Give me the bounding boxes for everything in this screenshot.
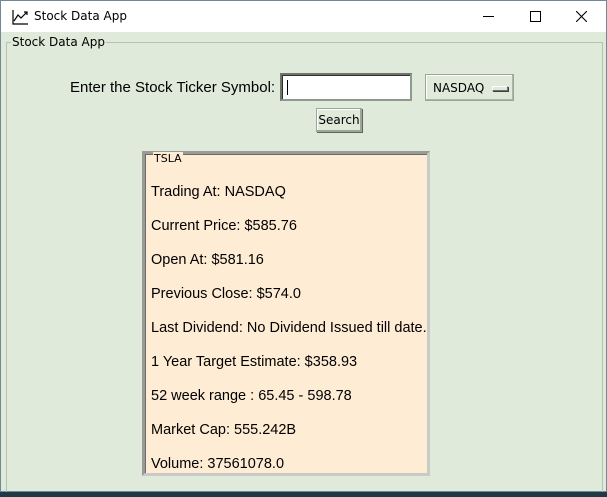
volume-label: Volume: 37561078.0 xyxy=(151,456,285,472)
ticker-input[interactable] xyxy=(280,73,412,101)
exchange-selected-value: NASDAQ xyxy=(433,81,485,95)
search-button[interactable]: Search xyxy=(316,108,362,132)
maximize-icon xyxy=(529,11,541,22)
close-icon xyxy=(575,11,587,22)
window-title: Stock Data App xyxy=(34,9,127,23)
market-cap-label: Market Cap: 555.242B xyxy=(151,422,297,438)
minimize-button[interactable] xyxy=(465,1,511,32)
previous-close-label: Previous Close: $574.0 xyxy=(151,286,301,302)
text-caret xyxy=(287,80,288,95)
target-estimate-label: 1 Year Target Estimate: $358.93 xyxy=(151,354,358,370)
app-window: Stock Data App Stock Data App Enter the … xyxy=(0,0,607,492)
last-dividend-label: Last Dividend: No Dividend Issued till d… xyxy=(151,320,427,336)
minimize-icon xyxy=(482,16,494,17)
option-menu-indicator-icon xyxy=(492,86,508,91)
main-content: Stock Data App Enter the Stock Ticker Sy… xyxy=(1,32,606,492)
trading-at-label: Trading At: NASDAQ xyxy=(151,184,286,200)
app-frame-label: Stock Data App xyxy=(11,35,106,49)
stock-ticker-label: TSLA xyxy=(153,152,183,166)
week-range-label: 52 week range : 65.45 - 598.78 xyxy=(151,388,352,404)
maximize-button[interactable] xyxy=(512,1,558,32)
open-at-label: Open At: $581.16 xyxy=(151,252,264,268)
close-button[interactable] xyxy=(558,1,604,32)
current-price-label: Current Price: $585.76 xyxy=(151,218,297,234)
chart-line-icon xyxy=(12,10,28,25)
stock-info-panel: TSLA Trading At: NASDAQ Current Price: $… xyxy=(141,147,431,477)
title-bar[interactable]: Stock Data App xyxy=(1,1,606,32)
stock-info-box: TSLA Trading At: NASDAQ Current Price: $… xyxy=(142,151,430,476)
exchange-dropdown[interactable]: NASDAQ xyxy=(425,74,514,101)
ticker-prompt-label: Enter the Stock Ticker Symbol: xyxy=(70,79,276,96)
